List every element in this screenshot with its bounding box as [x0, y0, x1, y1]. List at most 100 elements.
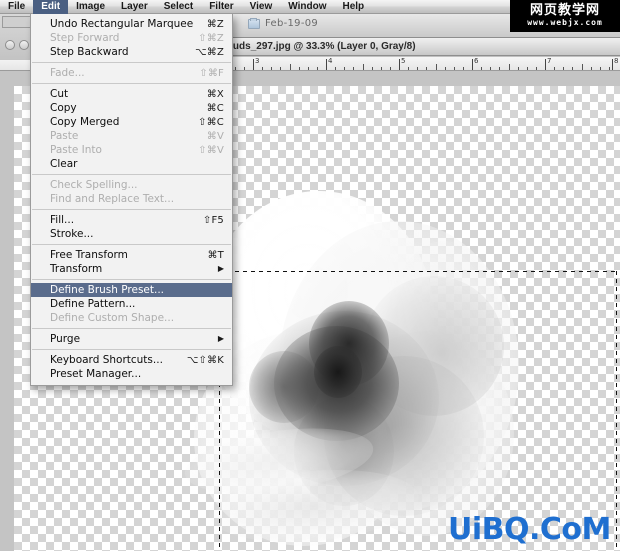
ruler-tick-minor [445, 67, 446, 70]
menubar-item-select[interactable]: Select [156, 0, 201, 14]
menu-item-shortcut: ⇧⌘Z [198, 32, 224, 44]
selection-edge-right [616, 271, 617, 551]
menu-separator [32, 244, 231, 245]
menu-item-undo-rectangular-marquee[interactable]: Undo Rectangular Marquee ⌘Z [31, 17, 232, 31]
menu-item-check-spelling: Check Spelling... [31, 178, 232, 192]
ruler-number: 7 [547, 57, 552, 65]
menu-item-label: Preset Manager... [50, 368, 142, 380]
ruler-tick-major [612, 59, 613, 70]
ruler-tick-minor [572, 67, 573, 70]
menu-item-label: Purge [50, 333, 81, 345]
ruler-tick-minor [308, 67, 309, 70]
menu-item-label: Step Forward [50, 32, 120, 44]
menu-item-shortcut: ⌥⌘Z [195, 46, 224, 58]
menu-item-shortcut: ⇧⌘V [198, 144, 224, 156]
ruler-tick-major [545, 59, 546, 70]
menu-item-label: Define Custom Shape... [50, 312, 175, 324]
menubar-item-window[interactable]: Window [280, 0, 334, 14]
menubar-item-help[interactable]: Help [334, 0, 372, 14]
bridge-folder-proxy[interactable]: Feb-19-09 [248, 17, 319, 29]
photoshop-window: 012345678 clouds_297.jpg @ 33.3% (Layer … [0, 0, 620, 551]
ruler-tick-minor [344, 67, 345, 70]
menu-item-transform[interactable]: Transform ▶ [31, 262, 232, 276]
menubar-item-filter[interactable]: Filter [201, 0, 241, 14]
chevron-right-icon: ▶ [217, 264, 224, 273]
ruler-tick-minor [490, 67, 491, 70]
ruler-number: 4 [328, 57, 333, 65]
ruler-number: 3 [255, 57, 260, 65]
ruler-tick-minor [509, 64, 510, 70]
menu-separator [32, 62, 231, 63]
watermark-site-name: 网页教学网 [529, 3, 600, 18]
menu-item-copy[interactable]: Copy ⌘C [31, 101, 232, 115]
menu-separator [32, 349, 231, 350]
ruler-tick-minor [554, 67, 555, 70]
folder-label: Feb-19-09 [265, 18, 319, 29]
menu-item-define-pattern[interactable]: Define Pattern... [31, 297, 232, 311]
menu-item-define-brush-preset[interactable]: Define Brush Preset... [31, 283, 232, 297]
menu-item-fill[interactable]: Fill... ⇧F5 [31, 213, 232, 227]
folder-icon [248, 17, 260, 29]
menu-item-label: Define Pattern... [50, 298, 136, 310]
menu-item-label: Fill... [50, 214, 75, 226]
menu-item-label: Clear [50, 158, 78, 170]
cloud-dark-core-3 [314, 346, 362, 398]
menubar-item-image[interactable]: Image [68, 0, 113, 14]
ruler-tick-minor [262, 67, 263, 70]
menubar-item-layer[interactable]: Layer [113, 0, 156, 14]
ruler-tick-minor [290, 64, 291, 70]
menu-item-clear[interactable]: Clear [31, 157, 232, 171]
ruler-tick-minor [426, 67, 427, 70]
menu-item-shortcut: ⌘T [207, 249, 224, 261]
menubar-item-edit[interactable]: Edit [33, 0, 69, 14]
ruler-tick-minor [390, 67, 391, 70]
chevron-right-icon: ▶ [217, 334, 224, 343]
menu-item-fade: Fade... ⇧⌘F [31, 66, 232, 80]
menu-item-shortcut: ⌘V [206, 130, 224, 142]
ruler-tick-minor [417, 67, 418, 70]
ruler-tick-minor [563, 67, 564, 70]
ruler-tick-minor [609, 67, 610, 70]
menu-item-label: Transform [50, 263, 103, 275]
menu-item-copy-merged[interactable]: Copy Merged ⇧⌘C [31, 115, 232, 129]
ruler-tick-minor [271, 67, 272, 70]
menu-item-shortcut: ⇧⌘F [199, 67, 224, 79]
menu-item-step-forward: Step Forward ⇧⌘Z [31, 31, 232, 45]
ruler-number: 6 [474, 57, 479, 65]
ruler-tick-major [326, 59, 327, 70]
menu-item-stroke[interactable]: Stroke... [31, 227, 232, 241]
menubar-item-file[interactable]: File [0, 0, 33, 14]
watermark-top: 网页教学网 www.webjx.com [510, 0, 620, 32]
menu-item-shortcut: ⇧⌘C [198, 116, 224, 128]
tool-preset-swatch[interactable] [2, 16, 32, 28]
menu-item-label: Define Brush Preset... [50, 284, 165, 296]
menu-item-purge[interactable]: Purge ▶ [31, 332, 232, 346]
menu-item-preset-manager[interactable]: Preset Manager... [31, 367, 232, 381]
ruler-tick-major [253, 59, 254, 70]
edit-dropdown-menu[interactable]: Undo Rectangular Marquee ⌘Z Step Forward ⇧⌘… [30, 14, 233, 386]
ruler-number: 8 [614, 57, 619, 65]
menu-item-label: Fade... [50, 67, 85, 79]
menu-item-free-transform[interactable]: Free Transform ⌘T [31, 248, 232, 262]
menu-item-shortcut: ⌘C [206, 102, 224, 114]
ruler-tick-major [472, 59, 473, 70]
menu-item-step-backward[interactable]: Step Backward ⌥⌘Z [31, 45, 232, 59]
ruler-tick-minor [600, 67, 601, 70]
menu-item-cut[interactable]: Cut ⌘X [31, 87, 232, 101]
ruler-tick-minor [317, 67, 318, 70]
tool-options-left-cluster[interactable] [0, 14, 34, 60]
menu-item-label: Copy Merged [50, 116, 120, 128]
menu-item-paste-into: Paste Into ⇧⌘V [31, 143, 232, 157]
ruler-number: 5 [401, 57, 406, 65]
menu-item-label: Step Backward [50, 46, 129, 58]
tool-option-knob-2[interactable] [19, 40, 29, 50]
ruler-tick-minor [363, 64, 364, 70]
ruler-tick-minor [454, 67, 455, 70]
ruler-tick-minor [244, 67, 245, 70]
ruler-tick-minor [499, 67, 500, 70]
menu-item-keyboard-shortcuts[interactable]: Keyboard Shortcuts... ⌥⇧⌘K [31, 353, 232, 367]
menu-separator [32, 174, 231, 175]
menu-item-label: Paste [50, 130, 79, 142]
tool-option-knob-1[interactable] [5, 40, 15, 50]
menubar-item-view[interactable]: View [242, 0, 281, 14]
